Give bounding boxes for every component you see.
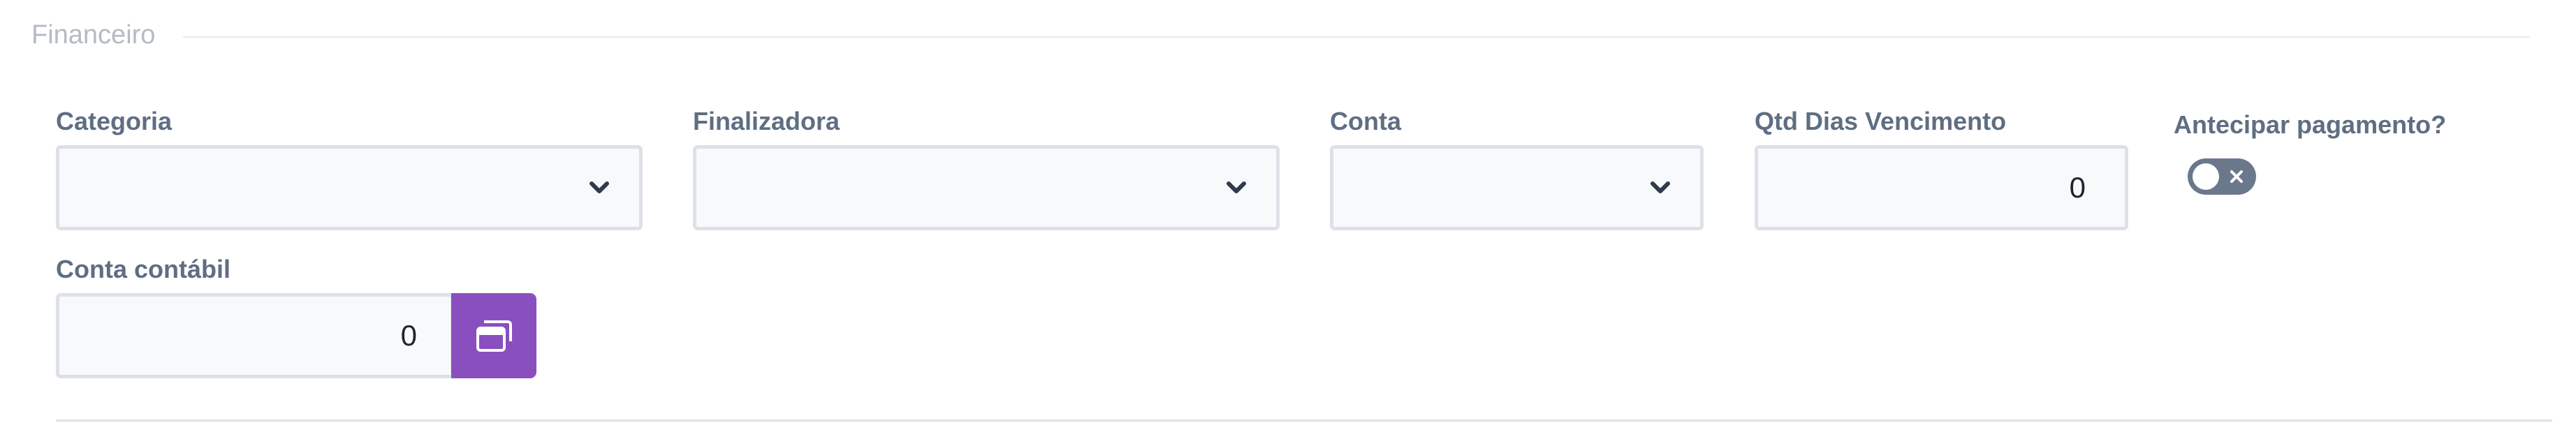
conta-contabil-input[interactable]: 0: [56, 293, 454, 378]
qtd-dias-input[interactable]: 0: [1755, 145, 2128, 230]
finalizadora-select[interactable]: [693, 145, 1280, 230]
chevron-down-icon: [1227, 181, 1246, 193]
close-icon: [2230, 170, 2243, 183]
categoria-label: Categoria: [56, 107, 173, 135]
conta-label: Conta: [1330, 107, 1401, 135]
conta-select[interactable]: [1330, 145, 1704, 230]
chevron-down-icon: [590, 181, 609, 193]
section-bottom-divider: [56, 419, 2552, 422]
conta-contabil-lookup-button[interactable]: [451, 293, 536, 378]
section-title: Financeiro: [31, 20, 156, 50]
antecipar-label: Antecipar pagamento?: [2174, 110, 2447, 139]
qtd-dias-value: 0: [2069, 171, 2086, 204]
conta-contabil-value: 0: [400, 319, 417, 352]
qtd-dias-label: Qtd Dias Vencimento: [1755, 107, 2007, 135]
categoria-select[interactable]: [56, 145, 643, 230]
toggle-knob: [2193, 163, 2219, 190]
section-divider: [183, 36, 2530, 38]
conta-contabil-label: Conta contábil: [56, 255, 230, 283]
window-stack-icon: [476, 320, 512, 352]
chevron-down-icon: [1651, 181, 1670, 193]
antecipar-toggle[interactable]: [2188, 158, 2256, 195]
finalizadora-label: Finalizadora: [693, 107, 840, 135]
